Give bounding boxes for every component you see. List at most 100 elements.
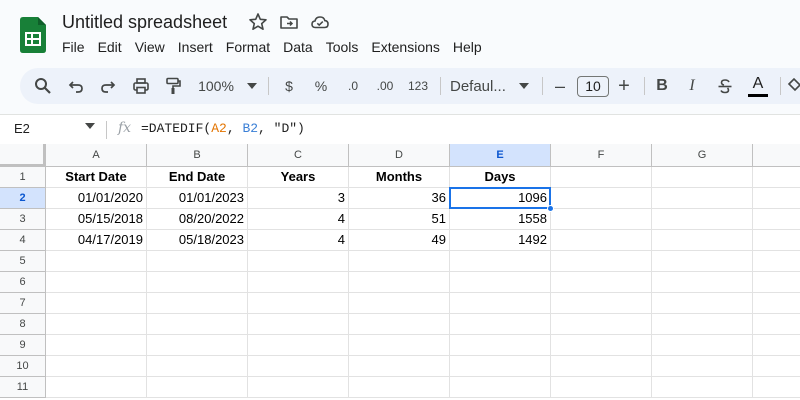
- cell-e8[interactable]: [450, 314, 551, 335]
- cell-b8[interactable]: [147, 314, 248, 335]
- column-header-g[interactable]: G: [652, 144, 753, 167]
- decrease-decimal-button[interactable]: .0: [340, 68, 366, 104]
- cell-a8[interactable]: [46, 314, 147, 335]
- cell-b2[interactable]: 01/01/2023: [147, 188, 248, 209]
- cell-e2[interactable]: 1096: [450, 188, 551, 209]
- cell-c4[interactable]: 4: [248, 230, 349, 251]
- row-header-7[interactable]: 7: [0, 293, 46, 314]
- menu-format[interactable]: Format: [220, 38, 276, 56]
- cell-f5[interactable]: [551, 251, 652, 272]
- cell-f6[interactable]: [551, 272, 652, 293]
- menu-view[interactable]: View: [129, 38, 171, 56]
- cell-b11[interactable]: [147, 377, 248, 398]
- cell-partial5[interactable]: [753, 251, 800, 272]
- cell-b7[interactable]: [147, 293, 248, 314]
- star-icon[interactable]: [248, 12, 268, 32]
- cell-partial9[interactable]: [753, 335, 800, 356]
- row-header-9[interactable]: 9: [0, 335, 46, 356]
- column-header-f[interactable]: F: [551, 144, 652, 167]
- row-header-2[interactable]: 2: [0, 188, 46, 209]
- document-title[interactable]: Untitled spreadsheet: [62, 12, 227, 33]
- move-folder-icon[interactable]: [279, 12, 299, 32]
- cell-a4[interactable]: 04/17/2019: [46, 230, 147, 251]
- cell-a2[interactable]: 01/01/2020: [46, 188, 147, 209]
- cell-b3[interactable]: 08/20/2022: [147, 209, 248, 230]
- cell-e6[interactable]: [450, 272, 551, 293]
- cell-a3[interactable]: 05/15/2018: [46, 209, 147, 230]
- cell-g6[interactable]: [652, 272, 753, 293]
- cell-f3[interactable]: [551, 209, 652, 230]
- cell-g1[interactable]: [652, 167, 753, 188]
- cell-c11[interactable]: [248, 377, 349, 398]
- cell-g4[interactable]: [652, 230, 753, 251]
- row-header-11[interactable]: 11: [0, 377, 46, 398]
- select-all-corner[interactable]: [0, 144, 46, 167]
- cell-partial6[interactable]: [753, 272, 800, 293]
- menu-extensions[interactable]: Extensions: [365, 38, 445, 56]
- increase-decimal-button[interactable]: .00: [370, 68, 400, 104]
- cell-a1[interactable]: Start Date: [46, 167, 147, 188]
- row-header-3[interactable]: 3: [0, 209, 46, 230]
- cell-e9[interactable]: [450, 335, 551, 356]
- menu-help[interactable]: Help: [447, 38, 488, 56]
- cell-partial10[interactable]: [753, 356, 800, 377]
- cell-g8[interactable]: [652, 314, 753, 335]
- cell-b9[interactable]: [147, 335, 248, 356]
- row-header-6[interactable]: 6: [0, 272, 46, 293]
- cell-f8[interactable]: [551, 314, 652, 335]
- cell-b6[interactable]: [147, 272, 248, 293]
- cell-f9[interactable]: [551, 335, 652, 356]
- cell-e11[interactable]: [450, 377, 551, 398]
- format-percent-button[interactable]: %: [310, 68, 332, 104]
- cell-e3[interactable]: 1558: [450, 209, 551, 230]
- cell-a10[interactable]: [46, 356, 147, 377]
- print-button[interactable]: [128, 68, 154, 104]
- fill-color-button[interactable]: [786, 68, 800, 104]
- cell-d8[interactable]: [349, 314, 450, 335]
- cell-g7[interactable]: [652, 293, 753, 314]
- cell-partial1[interactable]: [753, 167, 800, 188]
- redo-button[interactable]: [95, 68, 121, 104]
- cell-c10[interactable]: [248, 356, 349, 377]
- cell-c5[interactable]: [248, 251, 349, 272]
- cell-partial8[interactable]: [753, 314, 800, 335]
- cell-partial11[interactable]: [753, 377, 800, 398]
- cell-c9[interactable]: [248, 335, 349, 356]
- cell-a9[interactable]: [46, 335, 147, 356]
- cell-d7[interactable]: [349, 293, 450, 314]
- cell-partial7[interactable]: [753, 293, 800, 314]
- cell-c2[interactable]: 3: [248, 188, 349, 209]
- cell-d9[interactable]: [349, 335, 450, 356]
- cell-d10[interactable]: [349, 356, 450, 377]
- cell-g9[interactable]: [652, 335, 753, 356]
- cell-d11[interactable]: [349, 377, 450, 398]
- cell-g10[interactable]: [652, 356, 753, 377]
- menu-edit[interactable]: Edit: [92, 38, 128, 56]
- row-header-4[interactable]: 4: [0, 230, 46, 251]
- menu-tools[interactable]: Tools: [320, 38, 365, 56]
- column-header-partial[interactable]: [753, 144, 800, 167]
- search-menus-button[interactable]: [30, 68, 56, 104]
- cell-partial4[interactable]: [753, 230, 800, 251]
- cell-g3[interactable]: [652, 209, 753, 230]
- cell-d2[interactable]: 36: [349, 188, 450, 209]
- cell-f11[interactable]: [551, 377, 652, 398]
- cell-e4[interactable]: 1492: [450, 230, 551, 251]
- name-box[interactable]: E2: [14, 121, 30, 136]
- strikethrough-button[interactable]: [714, 68, 736, 104]
- bold-button[interactable]: B: [652, 68, 672, 104]
- paint-format-button[interactable]: [160, 68, 186, 104]
- cell-f4[interactable]: [551, 230, 652, 251]
- cell-c6[interactable]: [248, 272, 349, 293]
- name-box-dropdown-icon[interactable]: [85, 123, 95, 129]
- cell-b5[interactable]: [147, 251, 248, 272]
- text-color-button[interactable]: A: [746, 68, 770, 104]
- cell-d4[interactable]: 49: [349, 230, 450, 251]
- cell-g2[interactable]: [652, 188, 753, 209]
- zoom-select[interactable]: 100%: [192, 68, 240, 104]
- cell-g11[interactable]: [652, 377, 753, 398]
- cell-e7[interactable]: [450, 293, 551, 314]
- cell-a5[interactable]: [46, 251, 147, 272]
- decrease-font-size-button[interactable]: –: [550, 68, 570, 104]
- undo-button[interactable]: [63, 68, 89, 104]
